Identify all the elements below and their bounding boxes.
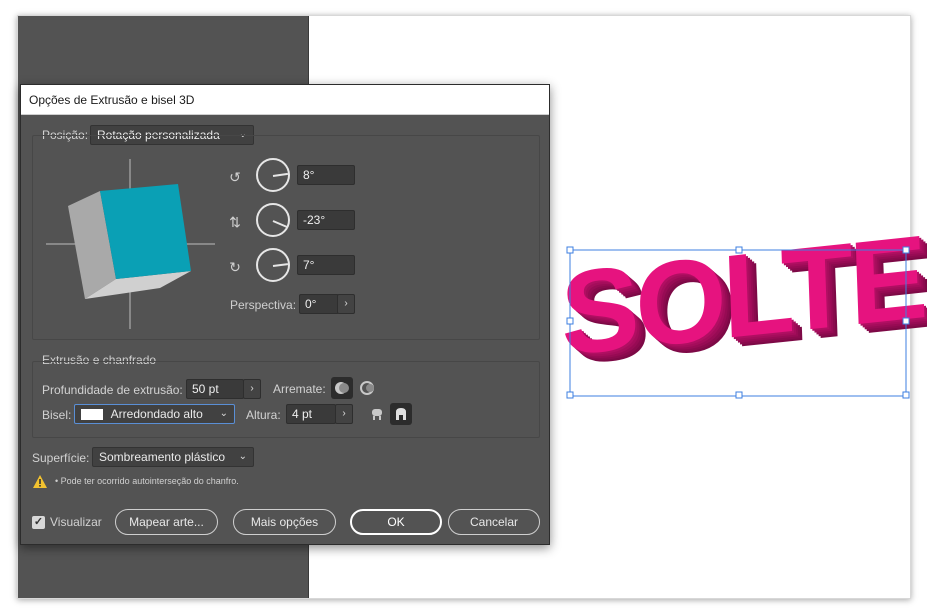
perspective-label: Perspectiva: <box>230 298 297 312</box>
more-options-button[interactable]: Mais opções <box>233 509 336 535</box>
selection-bounding-box[interactable] <box>560 240 912 405</box>
selection-handle[interactable] <box>566 317 574 325</box>
preview-label: Visualizar <box>50 515 102 529</box>
extrusion-depth-stepper[interactable]: › <box>243 379 261 399</box>
bevel-dropdown[interactable]: Arredondado alto ⌄ <box>74 404 235 424</box>
chevron-down-icon: ⌄ <box>219 408 228 419</box>
rotation-panel: ↺ 8° ⇅ -23° ↻ 7° Perspectiva: 0° › <box>32 135 540 340</box>
chevron-down-icon: ⌄ <box>238 451 247 462</box>
y-rotation-field[interactable]: -23° <box>297 210 355 230</box>
surface-label: Superfície: <box>32 451 90 465</box>
rotation-cube-preview[interactable] <box>43 154 218 329</box>
surface-value: Sombreamento plástico <box>99 450 226 464</box>
selection-handle[interactable] <box>902 317 910 325</box>
dialog-title: Opções de Extrusão e bisel 3D <box>21 85 549 115</box>
z-rotation-field[interactable]: 7° <box>297 255 355 275</box>
extrusion-depth-field[interactable]: 50 pt <box>186 379 244 399</box>
cap-label: Arremate: <box>273 382 326 396</box>
warning-icon <box>33 475 47 488</box>
cap-solid-icon[interactable] <box>331 377 353 399</box>
x-axis-rotation-icon: ↺ <box>229 169 241 185</box>
selection-handle[interactable] <box>735 391 743 399</box>
selection-handle[interactable] <box>566 391 574 399</box>
selection-handle[interactable] <box>566 246 574 254</box>
bevel-swatch <box>81 409 103 421</box>
height-field[interactable]: 4 pt <box>286 404 336 424</box>
cube-front-face <box>100 184 191 279</box>
bevel-label: Bisel: <box>42 408 72 422</box>
z-rotation-dial[interactable] <box>256 248 290 282</box>
surface-dropdown[interactable]: Sombreamento plástico ⌄ <box>92 447 254 467</box>
cap-hollow-icon[interactable] <box>357 377 379 399</box>
x-rotation-field[interactable]: 8° <box>297 165 355 185</box>
preview-checkbox[interactable]: ✓ <box>32 516 45 529</box>
bevel-value: Arredondado alto <box>110 407 203 421</box>
selection-handle[interactable] <box>902 246 910 254</box>
selection-handle[interactable] <box>902 391 910 399</box>
ok-button[interactable]: OK <box>350 509 442 535</box>
height-stepper[interactable]: › <box>335 404 353 424</box>
map-art-button[interactable]: Mapear arte... <box>115 509 218 535</box>
cancel-button[interactable]: Cancelar <box>448 509 540 535</box>
extrusion-panel <box>32 361 540 438</box>
x-rotation-dial[interactable] <box>256 158 290 192</box>
extrude-bevel-dialog: Opções de Extrusão e bisel 3D Posição: R… <box>20 84 550 545</box>
warning-text: • Pode ter ocorrido autointerseção do ch… <box>55 476 239 486</box>
bevel-in-icon[interactable] <box>390 403 412 425</box>
selection-handle[interactable] <box>735 246 743 254</box>
bevel-out-icon[interactable] <box>366 403 388 425</box>
perspective-field[interactable]: 0° <box>299 294 339 314</box>
y-rotation-dial[interactable] <box>256 203 290 237</box>
extrusion-depth-label: Profundidade de extrusão: <box>42 383 183 397</box>
z-axis-rotation-icon: ↻ <box>229 259 241 275</box>
y-axis-rotation-icon: ⇅ <box>229 214 241 230</box>
height-label: Altura: <box>246 408 281 422</box>
perspective-stepper[interactable]: › <box>337 294 355 314</box>
